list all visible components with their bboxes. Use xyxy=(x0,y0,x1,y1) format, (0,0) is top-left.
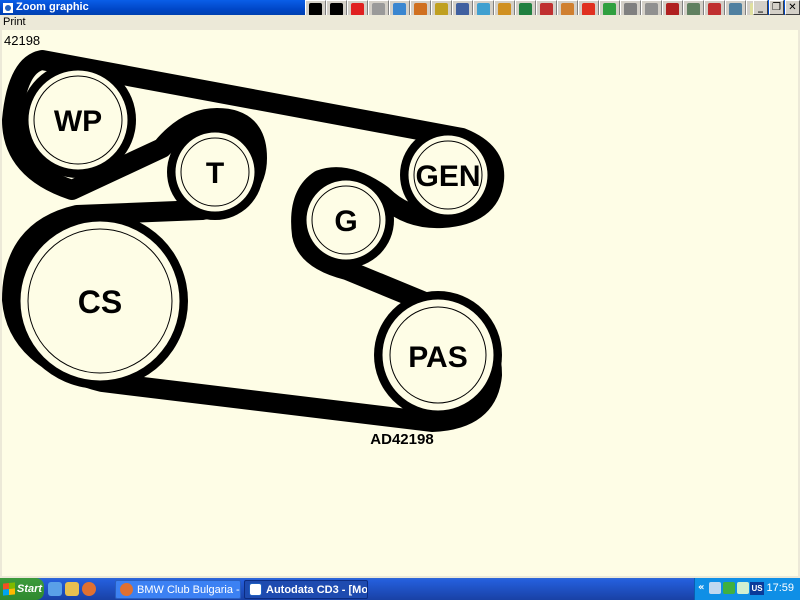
tray-expand-icon[interactable]: « xyxy=(698,582,704,593)
minimize-button[interactable]: _ xyxy=(753,0,768,15)
pulley-t: T xyxy=(167,124,263,220)
pulley-label-pas: PAS xyxy=(408,341,467,374)
folder-quicklaunch-icon[interactable] xyxy=(65,582,79,596)
pulley-label-t: T xyxy=(206,157,224,190)
window-title: Zoom graphic xyxy=(16,1,89,13)
start-label: Start xyxy=(17,583,43,595)
task-label: BMW Club Bulgaria - Вик... xyxy=(137,583,240,596)
pulley-g: G xyxy=(298,172,394,268)
pulley-gen: GEN xyxy=(400,127,496,223)
task-label: Autodata CD3 - [Mod... xyxy=(266,583,368,596)
windows-logo-icon xyxy=(3,582,15,596)
start-button[interactable]: Start xyxy=(0,578,44,600)
taskbar: Start BMW Club Bulgaria - Вик... Autodat… xyxy=(0,578,800,600)
pulley-pas: PAS xyxy=(374,291,502,419)
close-button[interactable]: ✕ xyxy=(785,0,800,15)
task-autodata[interactable]: Autodata CD3 - [Mod... xyxy=(244,580,368,599)
menu-print[interactable]: Print xyxy=(3,16,26,28)
restore-button[interactable]: ❐ xyxy=(769,0,784,15)
menu-bar: Print xyxy=(0,15,800,29)
ie-quicklaunch-icon[interactable] xyxy=(48,582,62,596)
firefox-icon xyxy=(120,583,133,596)
security-icon[interactable] xyxy=(737,582,749,594)
pulley-label-gen: GEN xyxy=(415,160,480,193)
language-indicator[interactable]: US xyxy=(750,582,764,595)
figure-caption: AD42198 xyxy=(370,431,433,448)
app-icon xyxy=(2,1,14,13)
pulley-cs: CS xyxy=(12,213,188,389)
pulley-label-wp: WP xyxy=(54,105,102,138)
window-controls: _ ❐ ✕ xyxy=(753,0,800,15)
pulley-label-cs: CS xyxy=(78,284,122,320)
network-icon[interactable] xyxy=(709,582,721,594)
clock: 17:59 xyxy=(766,582,794,594)
autodata-icon xyxy=(249,583,262,596)
antivirus-icon[interactable] xyxy=(723,582,735,594)
system-tray: « US 17:59 xyxy=(694,578,800,600)
pulley-wp: WP xyxy=(20,62,136,178)
firefox-quicklaunch-icon[interactable] xyxy=(82,582,96,596)
pulley-label-g: G xyxy=(334,205,357,238)
belt-routing-diagram: WP T CS G GEN PAS AD42198 xyxy=(2,50,505,448)
task-bmw-club[interactable]: BMW Club Bulgaria - Вик... xyxy=(115,580,241,599)
graphic-canvas: 42198 WP T CS G GEN PAS AD42198 xyxy=(2,30,798,576)
